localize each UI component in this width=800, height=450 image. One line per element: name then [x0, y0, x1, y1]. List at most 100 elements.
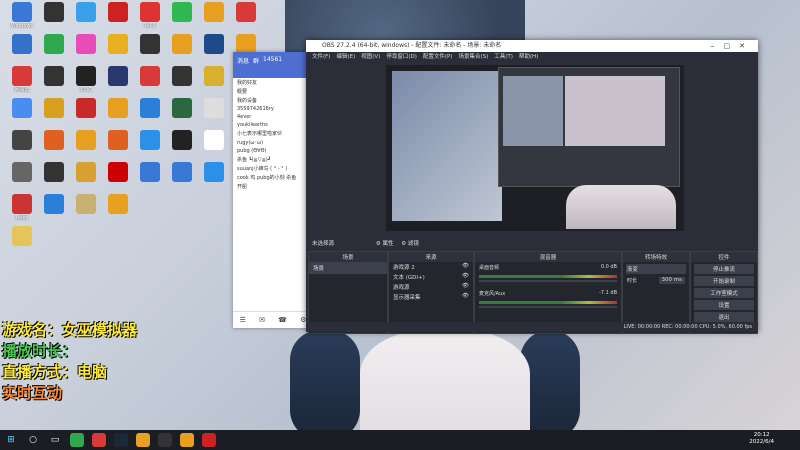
desktop-app-icon [236, 2, 256, 22]
app-icon[interactable] [180, 433, 194, 447]
filters-label: 滤镜 [407, 241, 419, 247]
app-icon[interactable] [92, 433, 106, 447]
app-icon[interactable] [136, 433, 150, 447]
start-recording-button[interactable]: 开始录制 [694, 276, 754, 286]
menu-icon[interactable]: ☰ [240, 316, 246, 324]
source-item[interactable]: 显示器采集 👁 [389, 292, 473, 302]
desktop-app-icon [204, 98, 224, 118]
obs-menu-item[interactable]: 文件(F) [312, 52, 330, 63]
phone-icon[interactable]: ☎ [278, 316, 287, 324]
obs-menu-item[interactable]: 视图(V) [361, 52, 380, 63]
qq-list-item[interactable]: rugy(ω･ω) [233, 138, 313, 147]
qq-list-item[interactable]: 3559742616ry [233, 105, 313, 113]
source-item[interactable]: 游戏源 👁 [389, 282, 473, 292]
qq-list-item[interactable]: pubg (Θ∀Θ) [233, 147, 313, 155]
desktop-app-icon [12, 34, 32, 54]
visibility-icon[interactable]: 👁 [462, 283, 469, 291]
obs-menu-item[interactable]: 场景集合(S) [458, 52, 488, 63]
obs-menu-item[interactable]: 帮助(H) [519, 52, 538, 63]
source-name: 显示器采集 [393, 295, 421, 301]
visibility-icon[interactable]: 👁 [462, 293, 469, 301]
desktop-app-icon [44, 162, 64, 182]
window-controls[interactable]: ‒▢✕ [710, 40, 754, 52]
desktop-app-icon [44, 98, 64, 118]
desktop-app-icon [108, 162, 128, 182]
obs-preview[interactable] [386, 65, 684, 231]
desktop-app-icon [108, 2, 128, 22]
qq-list-item[interactable]: 4ever [233, 113, 313, 121]
app-icon[interactable] [202, 433, 216, 447]
qq-tab[interactable]: 消息 [237, 56, 249, 65]
source-item[interactable]: 文本 (GDI+) 👁 [389, 272, 473, 282]
desktop-icon-label: Windows [10, 23, 34, 29]
properties-button[interactable]: ⚙ 属性 [376, 241, 394, 247]
start-icon[interactable]: ⊞ [4, 433, 18, 447]
qq-list-item[interactable]: cook 鸡 pubg的小刻 杀鱼 [233, 173, 313, 182]
stop-streaming-button[interactable]: 停止推流 [694, 264, 754, 274]
wallpaper-braid-left [290, 330, 360, 440]
app-icon[interactable] [70, 433, 84, 447]
qq-tab[interactable]: 群 [253, 56, 259, 65]
settings-button[interactable]: 设置 [694, 300, 754, 310]
scene-item[interactable]: 场景 [309, 262, 387, 274]
obs-menu-item[interactable]: 配置文件(P) [423, 52, 453, 63]
mixer-channel-name: 桌面音频 [479, 265, 500, 271]
desktop-app-icon [12, 226, 32, 246]
obs-window[interactable]: OBS 27.2.4 (64-bit, windows) - 配置文件: 未命名… [306, 40, 758, 334]
desktop-icon[interactable] [196, 162, 232, 202]
desktop-app-icon [76, 66, 96, 86]
qq-bottom-bar: ☰ ✉ ☎ ⚙ [233, 311, 313, 328]
qq-list-item[interactable]: 概要 [233, 87, 313, 96]
desktop-app-icon [108, 98, 128, 118]
exit-button[interactable]: 退出 [694, 312, 754, 322]
overlay-line: 播放时长： [2, 342, 78, 360]
obs-title-bar: OBS 27.2.4 (64-bit, windows) - 配置文件: 未命名… [306, 40, 758, 52]
wallpaper-body [360, 330, 530, 440]
qq-list-item[interactable]: 我的好友 [233, 78, 313, 87]
desktop-icon[interactable] [68, 194, 104, 234]
desktop-icon[interactable] [132, 162, 168, 202]
app-icon[interactable] [114, 433, 128, 447]
desktop-icon[interactable] [164, 162, 200, 202]
transition-select[interactable]: 渐变 [626, 264, 686, 274]
mixer-title: 混音器 [475, 252, 621, 262]
source-item[interactable]: 游戏源 2 👁 [389, 262, 473, 272]
volume-slider[interactable] [479, 280, 617, 282]
app-icon[interactable] [158, 433, 172, 447]
qq-list-item[interactable]: 我的设备 [233, 96, 313, 105]
taskbar-clock[interactable]: 20:12 2022/6/4 [749, 432, 774, 446]
obs-menu-item[interactable]: 停靠窗口(D) [386, 52, 417, 63]
desktop-app-icon [12, 130, 32, 150]
desktop-icon-label: WPS [144, 23, 156, 29]
qq-list-item[interactable]: 开船 [233, 182, 313, 191]
mail-icon[interactable]: ✉ [259, 316, 265, 324]
visibility-icon[interactable]: 👁 [462, 263, 469, 271]
qq-list-item[interactable]: suuanj小蜂鸟 ( ° - ° ) [233, 164, 313, 173]
studio-mode-button[interactable]: 工作室模式 [694, 288, 754, 298]
search-icon[interactable]: ○ [26, 433, 40, 447]
duration-input[interactable]: 300 ms [658, 277, 685, 284]
qq-header: 消息 群 14561 [233, 52, 313, 78]
desktop-app-icon [76, 194, 96, 214]
qq-list-item[interactable]: 小七表示哪里啦家伙 [233, 129, 313, 138]
obs-menu-item[interactable]: 编辑(E) [336, 52, 355, 63]
desktop-icon[interactable] [36, 194, 72, 234]
desktop-app-icon [108, 66, 128, 86]
qq-list-item[interactable]: youkilearths [233, 121, 313, 129]
desktop-app-icon [12, 2, 32, 22]
filters-button[interactable]: ⚙ 滤镜 [401, 241, 419, 247]
visibility-icon[interactable]: 👁 [462, 273, 469, 281]
volume-slider[interactable] [479, 306, 617, 308]
qq-tab[interactable]: 14561 [263, 56, 282, 65]
desktop-icon[interactable] [100, 194, 136, 234]
obs-menu-item[interactable]: 工具(T) [494, 52, 513, 63]
desktop-icon[interactable] [4, 226, 40, 266]
task-view-icon[interactable]: ▭ [48, 433, 62, 447]
qq-list-item[interactable]: 杀鱼 ┗(≧▽≦)┛ [233, 155, 313, 164]
desktop-app-icon [172, 34, 192, 54]
desktop-app-icon [204, 34, 224, 54]
qq-window[interactable]: 消息 群 14561 我的好友 概要 我的设备 3559742616ry 4ever yo… [233, 52, 313, 328]
overlay-line: 实时互动 [2, 384, 63, 402]
duration-label: 时长 [627, 278, 638, 284]
desktop-app-icon [172, 2, 192, 22]
